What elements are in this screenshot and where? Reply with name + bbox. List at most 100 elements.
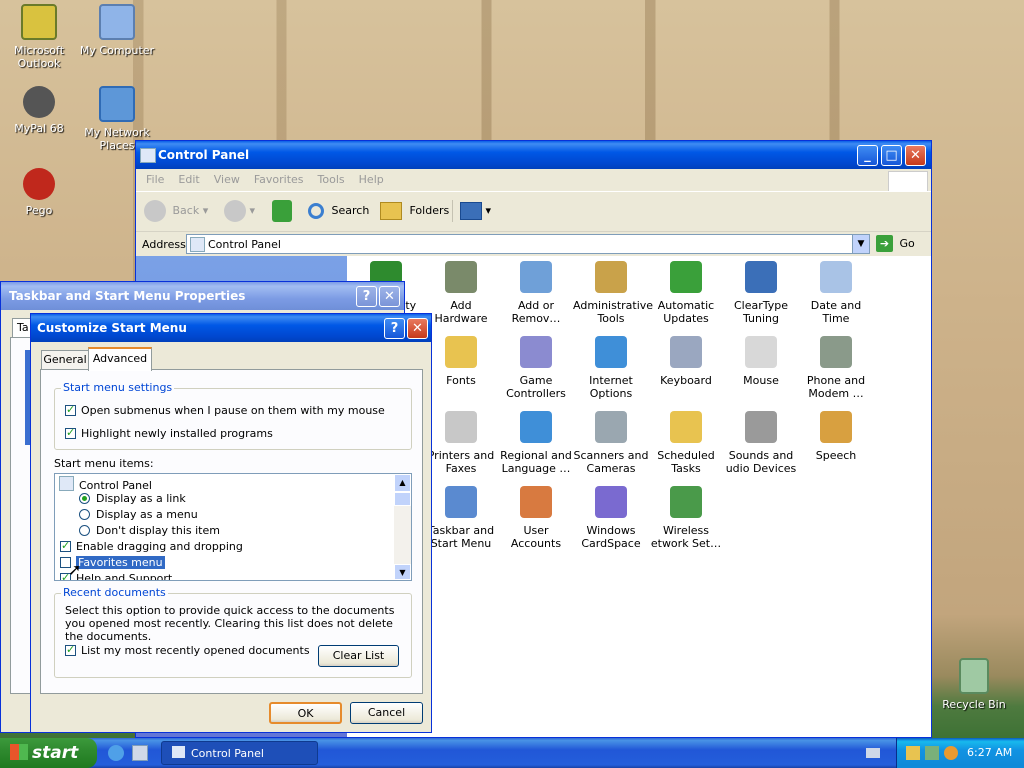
- control-panel-item-label: Automatic Updates: [657, 299, 715, 325]
- control-panel-titlebar[interactable]: Control Panel _ □ ✕: [136, 141, 931, 169]
- start-button[interactable]: start: [0, 738, 97, 768]
- raccoon-icon: [23, 86, 55, 118]
- desktop-icon-recycle-bin[interactable]: Recycle Bin: [934, 658, 1014, 711]
- address-dropdown-button[interactable]: ▼: [852, 235, 869, 253]
- back-arrow-icon: [144, 200, 166, 222]
- enable-dragging-checkbox[interactable]: Enable dragging and dropping: [60, 539, 243, 553]
- desktop-icon-my-computer[interactable]: My Computer: [77, 4, 157, 57]
- computer-icon: [99, 4, 135, 40]
- system-tray: 6:27 AM: [896, 738, 1024, 768]
- help-button[interactable]: ?: [384, 318, 405, 339]
- checkbox-checked-icon: [65, 426, 76, 439]
- cleartype-icon: [745, 261, 777, 293]
- menu-view[interactable]: View: [214, 173, 240, 186]
- users-icon: [520, 486, 552, 518]
- scheduled-tasks-icon: [670, 411, 702, 443]
- checkbox-checked-icon: [60, 539, 71, 552]
- close-button[interactable]: ✕: [379, 286, 400, 307]
- control-panel-small-icon: [172, 746, 185, 758]
- ok-button[interactable]: OK: [269, 702, 342, 724]
- menu-favorites[interactable]: Favorites: [254, 173, 304, 186]
- internet-explorer-icon[interactable]: [108, 745, 124, 761]
- control-panel-item[interactable]: Windows CardSpace: [573, 486, 649, 550]
- recent-description: Select this option to provide quick acce…: [65, 604, 395, 643]
- list-recent-checkbox[interactable]: List my most recently opened documents: [65, 643, 310, 657]
- pego-icon: [23, 168, 55, 200]
- control-panel-item[interactable]: Scanners and Cameras: [573, 411, 649, 475]
- control-panel-item[interactable]: ClearType Tuning: [723, 261, 799, 325]
- list-scrollbar[interactable]: ▲ ▼: [394, 474, 411, 580]
- control-panel-item[interactable]: User Accounts: [498, 486, 574, 550]
- control-panel-item[interactable]: Phone and Modem …: [798, 336, 874, 400]
- control-panel-item[interactable]: Printers and Faxes: [423, 411, 499, 475]
- control-panel-item[interactable]: Automatic Updates: [648, 261, 724, 325]
- control-panel-item[interactable]: Scheduled Tasks: [648, 411, 724, 475]
- views-button[interactable]: ▾: [460, 198, 491, 224]
- search-tray-icon[interactable]: [944, 746, 958, 760]
- group-title: Start menu settings: [61, 381, 175, 394]
- desktop-icon-mypal[interactable]: MyPal 68: [0, 86, 79, 135]
- start-menu-items-list[interactable]: Control Panel Display as a link Display …: [54, 473, 412, 581]
- scroll-down-button[interactable]: ▼: [394, 564, 411, 580]
- mouse-cursor-icon: ➚: [68, 560, 82, 579]
- control-panel-item[interactable]: Add Hardware: [423, 261, 499, 325]
- control-panel-item[interactable]: Wireless etwork Set…: [648, 486, 724, 550]
- scroll-up-button[interactable]: ▲: [394, 474, 411, 492]
- customize-titlebar[interactable]: Customize Start Menu ? ✕: [31, 314, 431, 342]
- desktop-icon-outlook[interactable]: Microsoft Outlook: [0, 4, 79, 70]
- advanced-tab-panel: Start menu settings Open submenus when I…: [40, 369, 423, 694]
- menu-file[interactable]: File: [146, 173, 164, 186]
- taskbar-button-control-panel[interactable]: Control Panel: [161, 741, 318, 765]
- control-panel-item[interactable]: Internet Options: [573, 336, 649, 400]
- minimize-button[interactable]: _: [857, 145, 878, 166]
- up-folder-button[interactable]: [272, 198, 292, 224]
- radio-display-as-menu[interactable]: Display as a menu: [79, 508, 198, 521]
- control-panel-item[interactable]: Sounds and udio Devices: [723, 411, 799, 475]
- taskbar-icon: [445, 486, 477, 518]
- control-panel-item[interactable]: Fonts: [423, 336, 499, 387]
- help-button[interactable]: ?: [356, 286, 377, 307]
- forward-button[interactable]: ▾: [224, 198, 255, 224]
- tab-advanced[interactable]: Advanced: [88, 347, 152, 371]
- keyboard-tray-icon[interactable]: [866, 748, 880, 758]
- cancel-button[interactable]: Cancel: [350, 702, 423, 724]
- menu-edit[interactable]: Edit: [178, 173, 199, 186]
- desktop-icon-pego[interactable]: Pego: [0, 168, 79, 217]
- network-tray-icon[interactable]: [925, 746, 939, 760]
- close-button[interactable]: ✕: [905, 145, 926, 166]
- search-button[interactable]: Search: [308, 198, 369, 224]
- menu-tools[interactable]: Tools: [318, 173, 345, 186]
- address-input[interactable]: Control Panel ▼: [186, 234, 870, 254]
- control-panel-item-label: Phone and Modem …: [806, 374, 866, 400]
- close-button[interactable]: ✕: [407, 318, 428, 339]
- control-panel-item[interactable]: Game Controllers: [498, 336, 574, 400]
- customize-start-menu-dialog: Customize Start Menu ? ✕ General Advance…: [30, 313, 432, 733]
- clear-list-button[interactable]: Clear List: [318, 645, 399, 667]
- admin-tools-icon: [595, 261, 627, 293]
- folders-button[interactable]: Folders: [380, 198, 449, 224]
- control-panel-item[interactable]: Keyboard: [648, 336, 724, 387]
- menu-bar: File Edit View Favorites Tools Help: [136, 169, 931, 191]
- control-panel-item-label: Scanners and Cameras: [573, 449, 649, 475]
- highlight-programs-checkbox[interactable]: Highlight newly installed programs: [65, 426, 273, 440]
- control-panel-item[interactable]: Regional and Language …: [498, 411, 574, 475]
- menu-help[interactable]: Help: [359, 173, 384, 186]
- control-panel-item[interactable]: Mouse: [723, 336, 799, 387]
- tab-general[interactable]: General: [41, 350, 89, 369]
- control-panel-item[interactable]: Date and Time: [798, 261, 874, 325]
- control-panel-item[interactable]: Speech: [798, 411, 874, 462]
- maximize-button[interactable]: □: [881, 145, 902, 166]
- scroll-thumb[interactable]: [394, 492, 411, 506]
- back-button[interactable]: Back ▾: [144, 198, 208, 224]
- control-panel-item[interactable]: Add or Remov…: [498, 261, 574, 325]
- control-panel-item[interactable]: Administrative Tools: [573, 261, 653, 325]
- open-submenus-checkbox[interactable]: Open submenus when I pause on them with …: [65, 403, 385, 417]
- show-desktop-icon[interactable]: [132, 745, 148, 761]
- security-alert-icon[interactable]: [906, 746, 920, 760]
- control-panel-item[interactable]: Taskbar and Start Menu: [423, 486, 499, 550]
- radio-dont-display[interactable]: Don't display this item: [79, 524, 220, 537]
- taskbar-properties-titlebar[interactable]: Taskbar and Start Menu Properties ? ✕: [1, 282, 404, 310]
- desktop-icon-label: Pego: [25, 204, 53, 217]
- radio-display-as-link[interactable]: Display as a link: [79, 492, 186, 505]
- go-button[interactable]: ➔ Go: [876, 235, 915, 252]
